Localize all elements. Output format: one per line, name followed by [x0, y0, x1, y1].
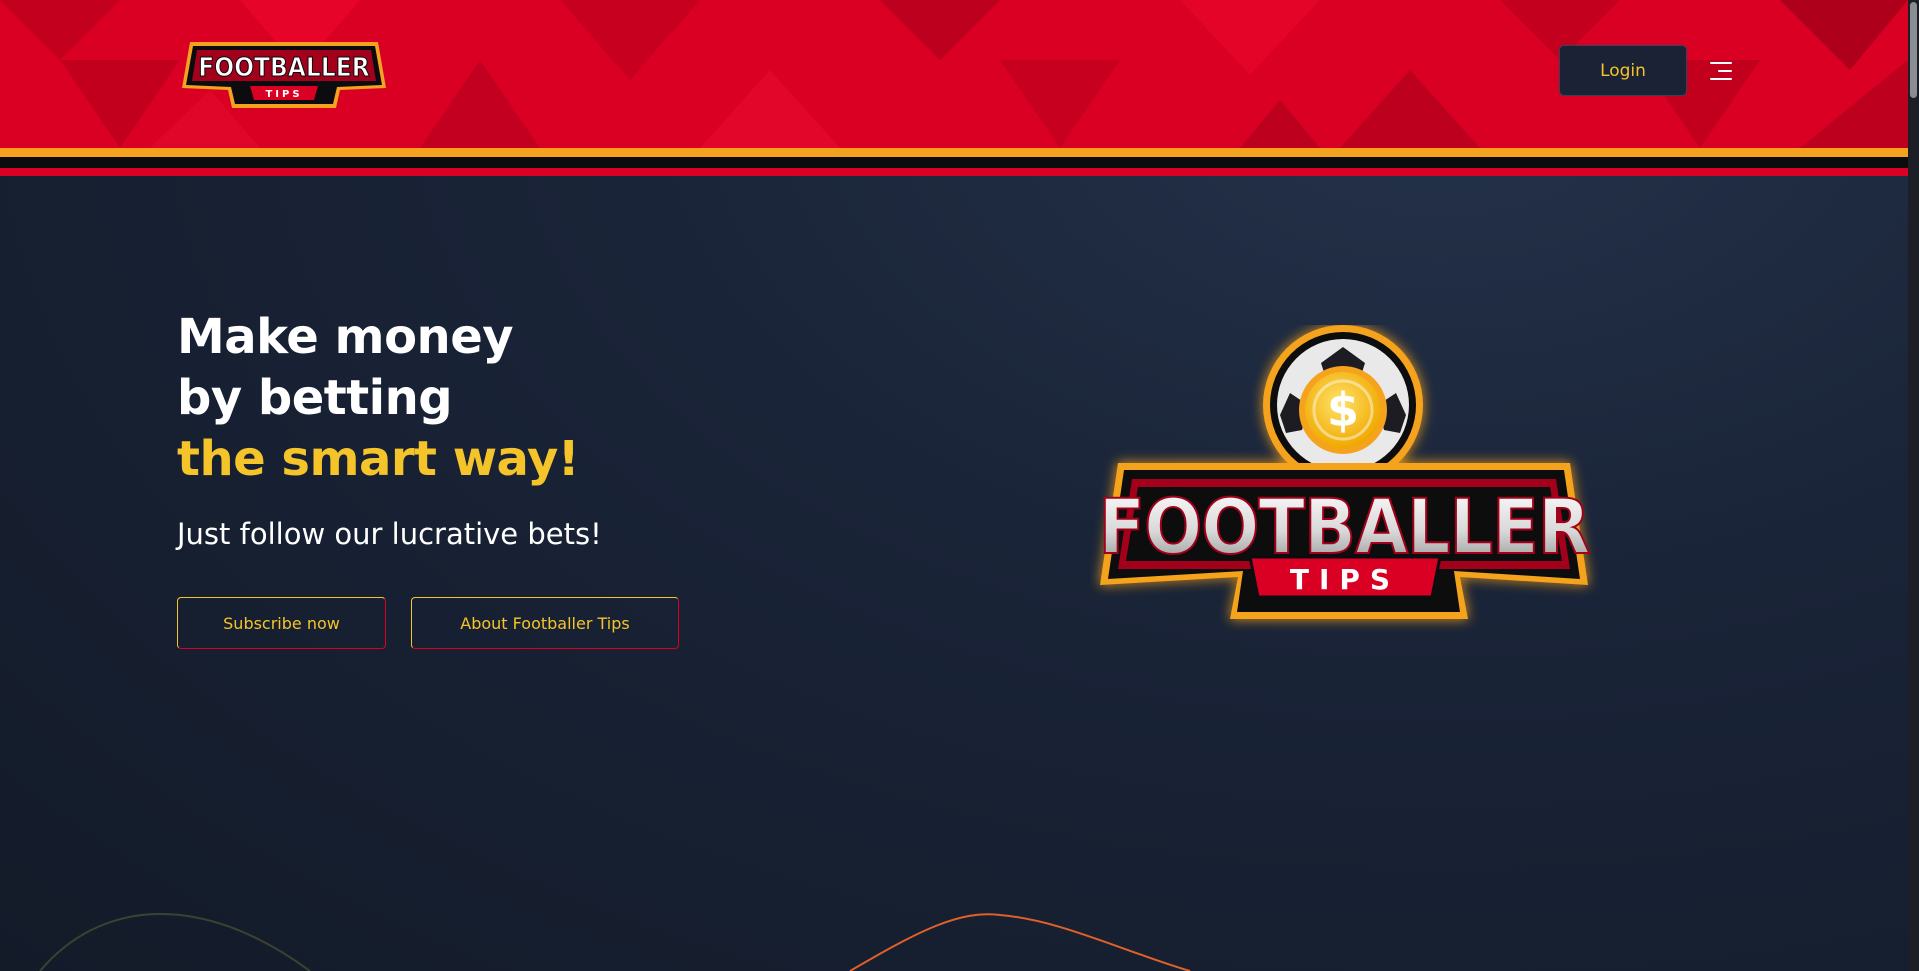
login-button[interactable]: Login — [1559, 45, 1687, 96]
svg-text:TIPS: TIPS — [265, 89, 302, 100]
footballer-tips-logo[interactable]: FOOTBALLER TIPS — [180, 38, 388, 110]
scrollbar-thumb[interactable] — [1910, 2, 1917, 98]
svg-text:TIPS: TIPS — [1290, 563, 1400, 596]
hamburger-menu-icon[interactable] — [1706, 60, 1732, 82]
headline-line-2: by betting — [177, 370, 453, 426]
hero-headline: Make money by betting the smart way! — [177, 307, 580, 490]
page-scrollbar[interactable] — [1908, 0, 1919, 971]
svg-text:$: $ — [1327, 383, 1359, 437]
site-header: FOOTBALLER TIPS Login — [0, 0, 1908, 148]
headline-line-1: Make money — [177, 309, 514, 365]
about-button[interactable]: About Footballer Tips — [411, 597, 679, 649]
hero-subline: Just follow our lucrative bets! — [177, 517, 602, 551]
header-stripe-black — [0, 157, 1908, 168]
header-stripe-orange — [0, 148, 1908, 157]
hero-footballer-tips-logo: $ FOOTBALLER TIPS — [1097, 325, 1592, 619]
svg-text:FOOTBALLER: FOOTBALLER — [198, 53, 369, 83]
page: FOOTBALLER TIPS Login Make money by bett… — [0, 0, 1919, 971]
header-stripe-red — [0, 168, 1908, 176]
subscribe-button[interactable]: Subscribe now — [177, 597, 386, 649]
headline-accent: the smart way! — [177, 431, 580, 487]
decorative-wave-lines — [39, 912, 1191, 971]
